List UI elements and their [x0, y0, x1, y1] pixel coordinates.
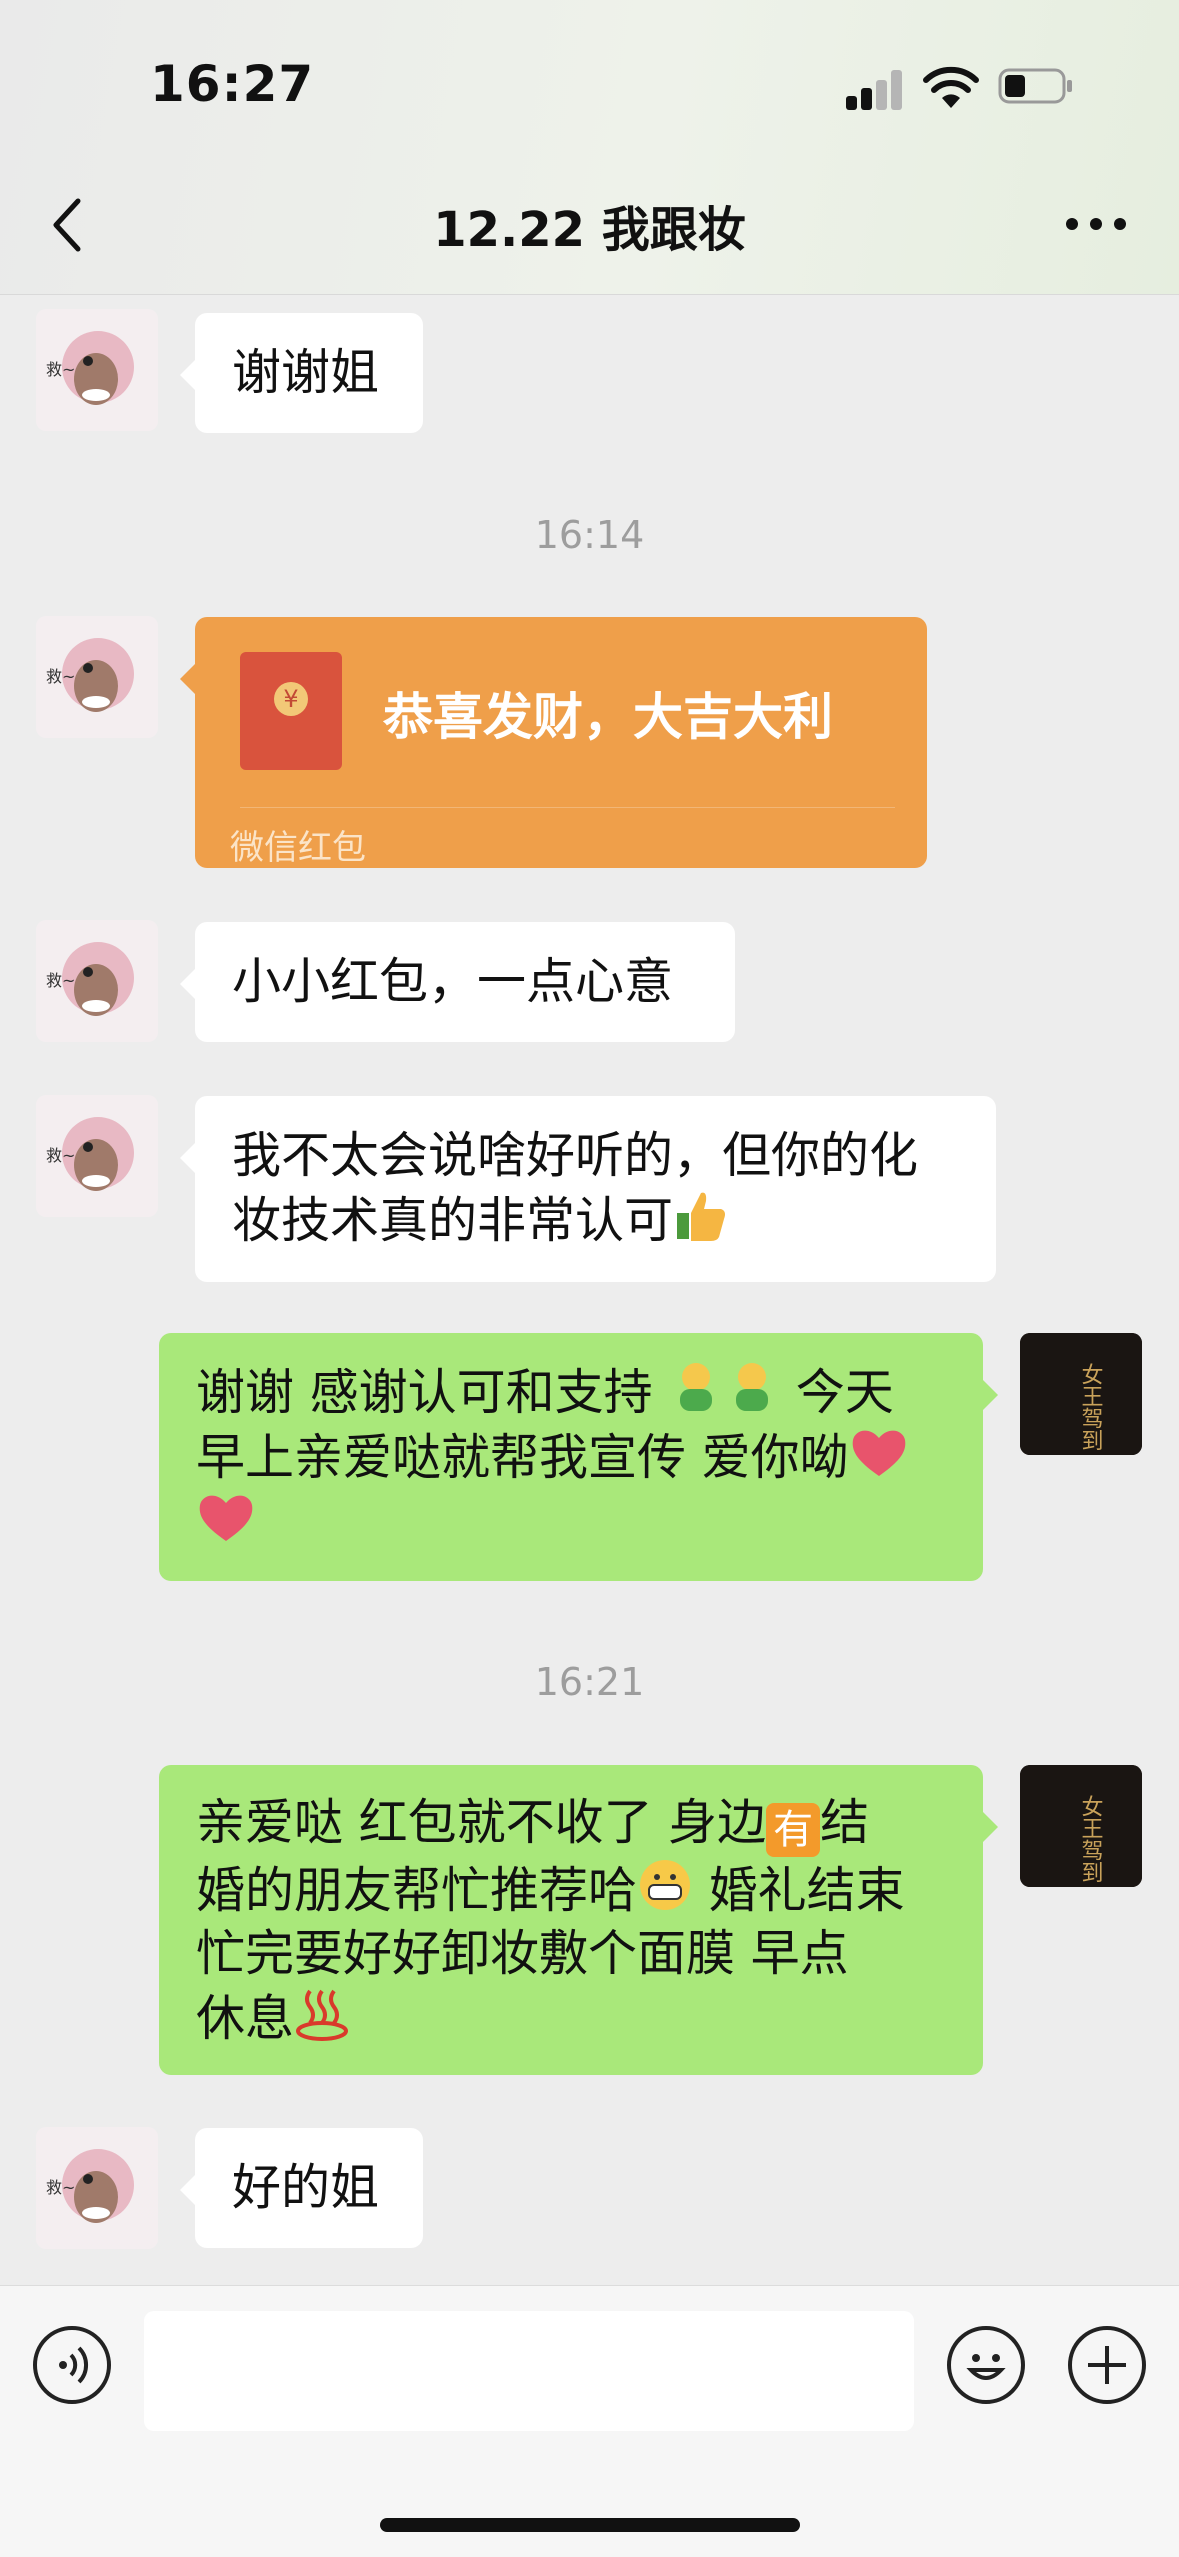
message-line: 忙完要好好卸妆敷个面膜 早点 [196, 1925, 849, 1982]
status-time: 16:27 [150, 55, 315, 113]
message-line: 今天 [795, 1364, 894, 1421]
message-line: 婚礼结束 [708, 1862, 905, 1919]
avatar[interactable]: 救~ [36, 1095, 158, 1217]
message-bubble[interactable]: 亲爱哒 红包就不收了 身边有结 婚的朋友帮忙推荐哈 婚礼结束 忙完要好好卸妆敷个… [159, 1765, 998, 2075]
signal-icon [846, 70, 904, 110]
message-text: 好的姐 [232, 2159, 380, 2216]
message-bubble[interactable]: 好的姐 [180, 2128, 423, 2248]
heart-icon [199, 1495, 253, 1541]
plus-icon[interactable] [1068, 2326, 1146, 2404]
avatar[interactable]: 救~ [36, 616, 158, 738]
message-bubble[interactable]: 小小红包，一点心意 [180, 922, 735, 1042]
thumbs-up-icon [677, 1192, 726, 1241]
chat-area[interactable]: 救~ 谢谢姐 16:14 救~ ¥ 恭喜发财，大吉大利 微信红包 救~ 小小红包… [0, 295, 1179, 2285]
message-line: 妆技术真的非常认可 [232, 1192, 674, 1249]
svg-text:救~: 救~ [46, 2178, 75, 2197]
avatar[interactable]: 救~ [36, 309, 158, 431]
red-packet-message[interactable]: ¥ 恭喜发财，大吉大利 微信红包 [180, 617, 927, 868]
smiley-person-icon [680, 1363, 713, 1411]
message-line: 休息 [196, 1990, 295, 2047]
avatar[interactable]: 女王驾到 [1020, 1333, 1142, 1455]
svg-text:救~: 救~ [46, 971, 75, 990]
message-line: 谢谢 感谢认可和支持 [196, 1364, 653, 1421]
grin-icon [640, 1860, 691, 1910]
message-bubble[interactable]: 我不太会说啥好听的，但你的化 妆技术真的非常认可 [180, 1096, 996, 1282]
svg-text:救~: 救~ [46, 667, 75, 686]
svg-text:救~: 救~ [46, 1146, 75, 1165]
red-packet-wish: 恭喜发财，大吉大利 [383, 688, 833, 746]
svg-text:女王驾到: 女王驾到 [1078, 1795, 1104, 1883]
emoji-icon[interactable] [947, 2326, 1025, 2404]
message-line: 婚的朋友帮忙推荐哈 [196, 1862, 638, 1919]
voice-icon[interactable] [33, 2326, 111, 2404]
red-packet-label: 微信红包 [230, 828, 366, 868]
message-text: 小小红包，一点心意 [232, 953, 674, 1010]
timestamp: 16:14 [534, 513, 645, 557]
red-packet-icon: ¥ [240, 652, 342, 770]
message-text: 谢谢姐 [232, 344, 380, 401]
more-icon[interactable] [1066, 218, 1126, 232]
message-input[interactable] [144, 2311, 914, 2431]
message-bubble[interactable]: 谢谢姐 [180, 313, 423, 433]
battery-icon [998, 68, 1072, 104]
message-line: 我不太会说啥好听的，但你的化 [232, 1127, 919, 1184]
top-bar: 16:27 12.22 我跟妆 [0, 0, 1179, 295]
avatar[interactable]: 救~ [36, 920, 158, 1042]
home-indicator[interactable] [380, 2518, 800, 2532]
smiley-person-icon [736, 1363, 769, 1411]
message-bubble[interactable]: 谢谢 感谢认可和支持 今天 早上亲爱哒就帮我宣传 爱你呦 [159, 1333, 998, 1581]
hot-springs-icon [296, 1989, 349, 2041]
heart-icon [852, 1430, 905, 1476]
wifi-icon [923, 66, 979, 108]
avatar[interactable]: 女王驾到 [1020, 1765, 1142, 1887]
svg-text:救~: 救~ [46, 360, 75, 379]
timestamp: 16:21 [534, 1660, 645, 1704]
svg-text:女王驾到: 女王驾到 [1078, 1363, 1104, 1451]
badge-icon: 有 [766, 1803, 821, 1857]
message-line: 结 [820, 1794, 870, 1851]
chat-title: 12.22 我跟妆 [433, 202, 746, 258]
message-line: 亲爱哒 红包就不收了 身边 [196, 1794, 767, 1851]
message-line: 早上亲爱哒就帮我宣传 爱你呦 [196, 1429, 849, 1486]
divider [240, 807, 895, 808]
coin-icon: ¥ [274, 682, 308, 716]
avatar[interactable]: 救~ [36, 2127, 158, 2249]
input-bar [0, 2285, 1179, 2557]
